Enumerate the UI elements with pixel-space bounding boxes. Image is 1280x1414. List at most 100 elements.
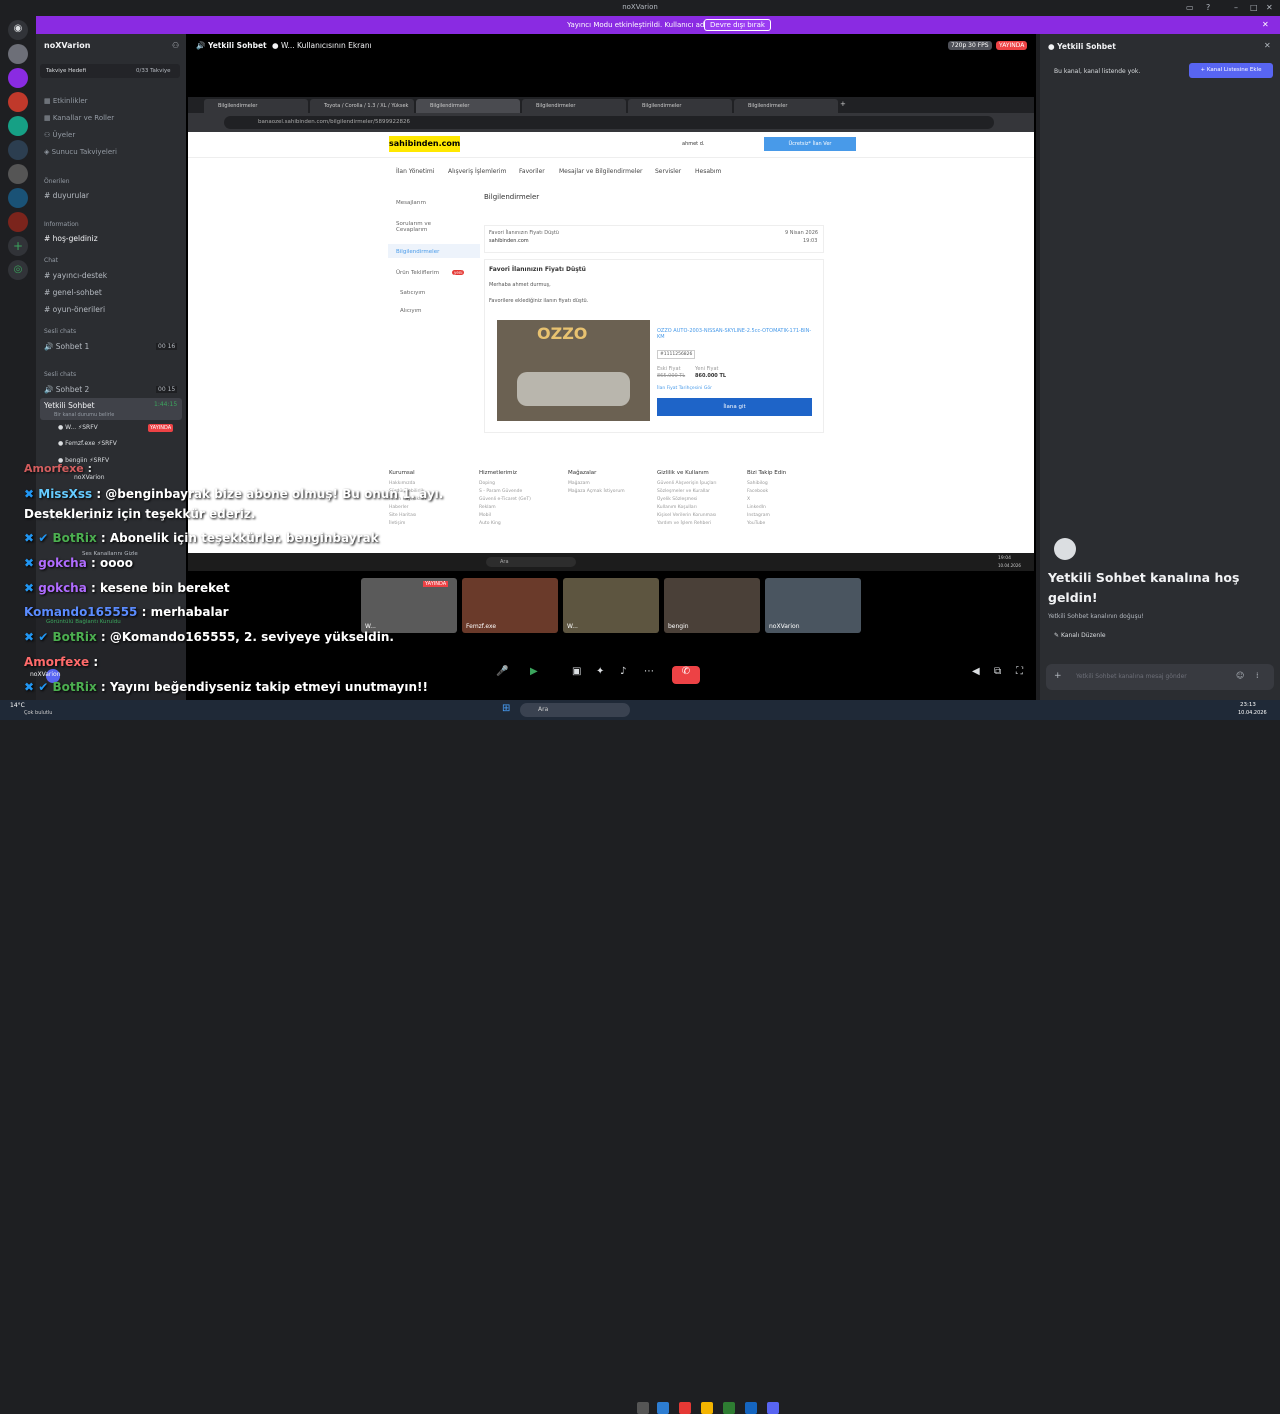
side-menu-item[interactable]: Sorularım ve Cevaplarım xyxy=(396,221,446,233)
footer-link[interactable]: Sahibilog xyxy=(747,480,786,488)
server-icon[interactable] xyxy=(8,116,28,136)
more-icon[interactable]: ⋯ xyxy=(644,666,654,677)
browser-tab[interactable]: Bilgilendirmeler xyxy=(734,99,838,113)
mute-icon[interactable]: 🎤 xyxy=(496,666,508,677)
explorer-icon[interactable] xyxy=(701,1402,713,1414)
leave-call-button[interactable]: ✆ xyxy=(672,666,700,684)
side-menu-item[interactable]: Ürün Tekliflerim xyxy=(396,270,439,276)
server-boosts-item[interactable]: ◈ Sunucu Takviyeleri xyxy=(44,148,117,156)
weather-temp[interactable]: 14°C xyxy=(10,702,25,709)
voice-channel-2[interactable]: 🔊 Sohbet 2 xyxy=(44,385,89,394)
apps-icon[interactable]: ⁞ xyxy=(1256,671,1259,680)
activities-icon[interactable]: ✦ xyxy=(596,666,604,677)
chrome-icon[interactable] xyxy=(723,1402,735,1414)
boost-goal[interactable]: Takviye Hedefi 0/33 Takviye xyxy=(40,64,180,78)
participant-tile[interactable]: noXVarion xyxy=(765,578,861,633)
footer-link[interactable]: Doping xyxy=(479,480,531,488)
browser-tab[interactable]: Bilgilendirmeler xyxy=(628,99,732,113)
discord-home-icon[interactable]: ◉ xyxy=(8,20,28,40)
browser-tab[interactable]: Toyota / Corolla / 1.3 / XL / Yüksek xyxy=(310,99,414,113)
discover-icon[interactable]: ◎ xyxy=(8,260,28,280)
server-icon[interactable] xyxy=(8,212,28,232)
nav-item[interactable]: İlan Yönetimi xyxy=(396,168,434,175)
footer-link[interactable]: Haberler xyxy=(389,504,426,512)
notification-row[interactable]: Favori İlanınızın Fiyatı Düştü sahibinde… xyxy=(484,225,824,253)
car-title[interactable]: OZZO AUTO-2003-NISSAN-SKYLINE-2.5cc-OTOM… xyxy=(657,328,817,340)
participant-tile[interactable]: W... YAYINDA xyxy=(361,578,457,633)
footer-link[interactable]: Site Haritası xyxy=(389,512,426,520)
disable-streamer-mode-button[interactable]: Devre dışı bırak xyxy=(704,19,771,31)
server-icon[interactable] xyxy=(8,164,28,184)
footer-link[interactable]: LinkedIn xyxy=(747,504,786,512)
nav-item[interactable]: Mesajlar ve Bilgilendirmeler xyxy=(559,168,643,175)
channel-support[interactable]: # yayıncı-destek xyxy=(44,271,107,280)
category-voice2[interactable]: Sesli chats xyxy=(44,371,76,378)
side-menu-item[interactable]: Alıcıyım xyxy=(400,308,422,314)
nav-item[interactable]: Hesabım xyxy=(695,168,721,175)
message-input[interactable]: + Yetkili Sohbet kanalına mesaj gönder ☺… xyxy=(1046,664,1274,690)
volume-icon[interactable]: ◀ xyxy=(972,666,980,677)
browser-tab[interactable]: Bilgilendirmeler xyxy=(416,99,520,113)
edit-channel-button[interactable]: ✎ Kanalı Düzenle xyxy=(1054,632,1106,639)
maximize-button[interactable]: □ xyxy=(1250,3,1258,12)
stream-quality[interactable]: 720p 30 FPS xyxy=(948,41,992,50)
footer-link[interactable]: İletişim xyxy=(389,520,426,528)
footer-link[interactable]: Mağaza Açmak İstiyorum xyxy=(568,488,625,496)
footer-link[interactable]: YouTube xyxy=(747,520,786,528)
footer-link[interactable]: Mobil xyxy=(479,512,531,520)
start-icon[interactable]: ⊞ xyxy=(502,703,510,714)
footer-link[interactable]: Güvenli Alışverişin İpuçları xyxy=(657,480,717,488)
participant-tile[interactable]: Femzf.exe xyxy=(462,578,558,633)
edge-icon[interactable] xyxy=(657,1402,669,1414)
price-history-link[interactable]: İlan Fiyat Tarihçesini Gör xyxy=(657,386,712,391)
nav-item[interactable]: Alışveriş İşlemlerim xyxy=(448,168,506,175)
user-menu[interactable]: ahmet d. xyxy=(682,141,705,147)
channel-general[interactable]: # genel-sohbet xyxy=(44,288,102,297)
events-item[interactable]: ▦ Etkinlikler xyxy=(44,97,88,105)
task-view-icon[interactable] xyxy=(637,1402,649,1414)
browser-tab[interactable]: Bilgilendirmeler xyxy=(204,99,308,113)
popout-icon[interactable]: ⧉ xyxy=(994,666,1001,677)
opera-icon[interactable] xyxy=(679,1402,691,1414)
emoji-icon[interactable]: ☺ xyxy=(1236,671,1244,680)
category-chat[interactable]: Chat xyxy=(44,257,58,264)
inbox-icon[interactable]: ▭ xyxy=(1186,3,1194,12)
channel-welcome[interactable]: # hoş-geldiniz xyxy=(44,234,98,243)
side-menu-item[interactable]: Bilgilendirmeler xyxy=(396,249,439,255)
server-icon[interactable] xyxy=(8,68,28,88)
site-logo[interactable]: sahibinden.com xyxy=(389,136,460,152)
voice-channel-1[interactable]: 🔊 Sohbet 1 xyxy=(44,342,89,351)
channels-roles-item[interactable]: ▦ Kanallar ve Roller xyxy=(44,114,114,122)
server-icon[interactable] xyxy=(8,44,28,64)
footer-link[interactable]: Yardım ve İşlem Rehberi xyxy=(657,520,717,528)
footer-link[interactable]: Güvenli e-Ticaret (GeT) xyxy=(479,496,531,504)
participant-tile[interactable]: bengin xyxy=(664,578,760,633)
close-banner-icon[interactable]: ✕ xyxy=(1262,20,1269,29)
browser-tab[interactable]: Bilgilendirmeler xyxy=(522,99,626,113)
nav-item[interactable]: Servisler xyxy=(655,168,681,175)
server-icon[interactable] xyxy=(8,92,28,112)
channel-announcements[interactable]: # duyurular xyxy=(44,191,89,200)
share-screen-icon[interactable]: ▣ xyxy=(572,666,581,677)
help-icon[interactable]: ? xyxy=(1206,3,1210,12)
voice-user-name[interactable]: noXVarion xyxy=(74,474,105,481)
footer-link[interactable]: Sözleşmeler ve Kurallar xyxy=(657,488,717,496)
voice-user[interactable]: ● W... ⚡SRFV xyxy=(58,424,98,431)
attach-icon[interactable]: + xyxy=(1054,671,1062,681)
footer-link[interactable]: Reklam xyxy=(479,504,531,512)
footer-link[interactable]: Facebook xyxy=(747,488,786,496)
add-server-icon[interactable]: + xyxy=(8,236,28,256)
post-ad-button[interactable]: Ücretsiz* İlan Ver xyxy=(764,137,856,151)
goto-listing-button[interactable]: İlana git xyxy=(657,398,812,416)
category-voice1[interactable]: Sesli chats xyxy=(44,328,76,335)
add-member-icon[interactable]: ⚇ xyxy=(172,41,179,50)
address-bar[interactable]: banaozel.sahibinden.com/bilgilendirmeler… xyxy=(224,116,994,129)
close-icon[interactable]: ✕ xyxy=(1264,41,1271,50)
new-tab-icon[interactable]: + xyxy=(840,100,846,108)
footer-link[interactable]: S - Param Güvende xyxy=(479,488,531,496)
channel-games[interactable]: # oyun-önerileri xyxy=(44,305,105,314)
footer-link[interactable]: Auto King xyxy=(479,520,531,528)
nav-item[interactable]: Favoriler xyxy=(519,168,545,175)
taskbar-search[interactable]: Ara xyxy=(520,703,630,717)
voice-channel-active[interactable]: Yetkili Sohbet 1:44:15 Bir kanal durumu … xyxy=(40,398,182,420)
